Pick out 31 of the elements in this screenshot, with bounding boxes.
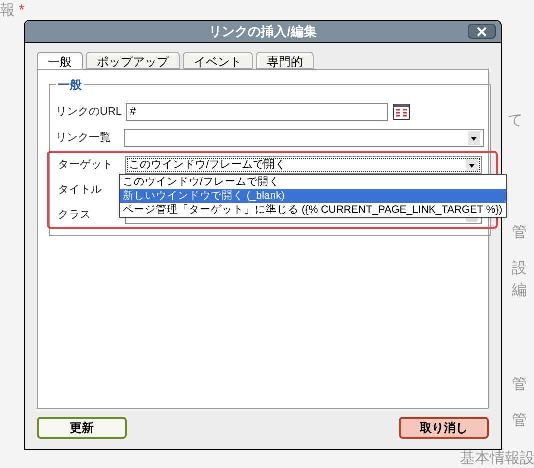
cancel-button[interactable]: 取り消し <box>399 417 489 439</box>
background-text: 報 * <box>0 1 25 21</box>
tab[interactable]: 専門的 <box>256 52 314 69</box>
background-text: て <box>508 111 523 131</box>
caret-icon <box>468 131 480 145</box>
tab[interactable]: 一般 <box>37 52 83 70</box>
dropdown-option[interactable]: ページ管理「ターゲット」に準じる ({% CURRENT_PAGE_LINK_TARGET %}) <box>120 203 506 217</box>
tab[interactable]: イベント <box>183 52 253 69</box>
text-field[interactable]: # <box>126 103 388 121</box>
close-button[interactable] <box>468 24 496 39</box>
dropdown-option[interactable]: 新しいウインドウで開く (_blank) <box>120 189 506 203</box>
tab[interactable]: ポップアップ <box>86 52 180 69</box>
background-text: 管 <box>512 375 527 395</box>
background-text: 管 <box>512 223 527 243</box>
update-button[interactable]: 更新 <box>37 417 127 439</box>
field-label: リンク一覧 <box>56 130 112 146</box>
field-label: リンクのURL <box>56 104 124 120</box>
background-text: 設 <box>512 259 527 279</box>
caret-icon <box>466 158 478 172</box>
dropdown-option[interactable]: このウインドウ/フレームで開く <box>120 175 506 189</box>
browse-icon[interactable] <box>393 104 410 120</box>
field-label: タイトル <box>58 182 103 198</box>
close-icon <box>477 26 487 36</box>
background-text: 編 <box>512 281 527 301</box>
window-title: リンクの挿入/編集 <box>209 22 317 41</box>
select-field[interactable] <box>124 129 484 147</box>
background-text: 管 <box>512 411 527 431</box>
section-legend: 一般 <box>56 76 84 94</box>
field-label: ターゲット <box>58 158 114 173</box>
select-field[interactable]: このウインドウ/フレームで開く <box>125 156 482 174</box>
field-label: クラス <box>58 208 92 223</box>
